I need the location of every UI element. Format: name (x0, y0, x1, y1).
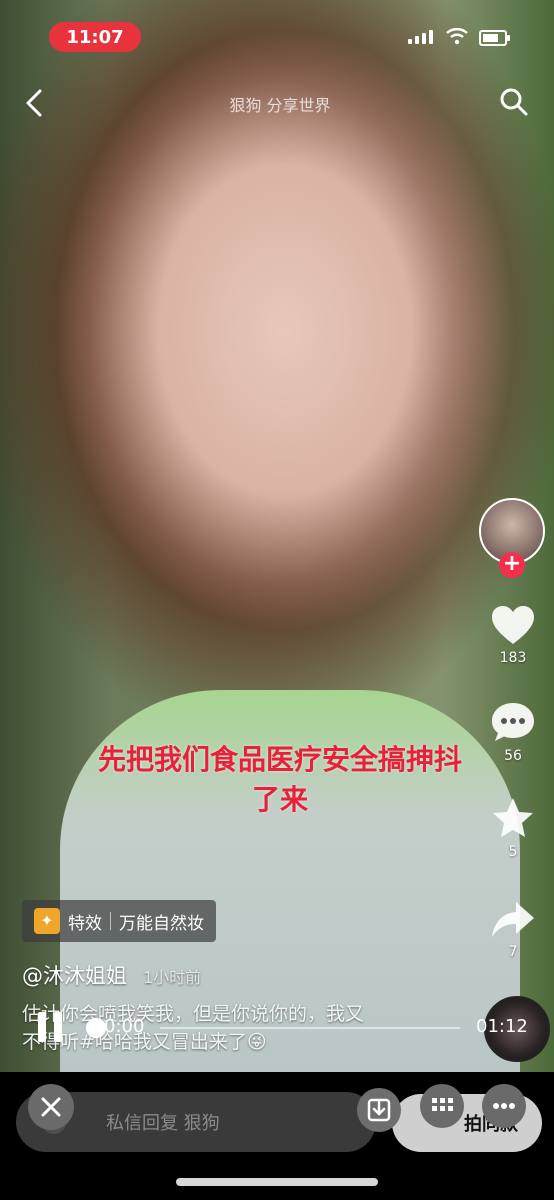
status-time: 11:07 (49, 22, 141, 52)
heart-icon (492, 606, 534, 644)
like-count: 183 (499, 650, 527, 666)
signal-icon (408, 30, 433, 44)
subtitle-line-2: 了来 (251, 783, 308, 816)
current-time: 0:00 (104, 1016, 145, 1037)
close-icon (41, 1097, 61, 1117)
favorite-count: 5 (508, 844, 518, 860)
more-icon (493, 1103, 515, 1109)
effect-name: 万能自然妆 (119, 913, 204, 934)
home-indicator[interactable] (176, 1178, 378, 1186)
share-arrow-icon (492, 902, 534, 937)
status-bar: 11:07 (0, 0, 554, 70)
sparkle-icon: ✦ (34, 908, 60, 934)
like-button[interactable]: 183 (485, 604, 541, 666)
close-button[interactable] (28, 1084, 74, 1130)
author-name[interactable]: @沐沐姐姐 (22, 960, 127, 990)
grid-icon (432, 1098, 453, 1111)
dm-placeholder: 私信回复 狠狗 (106, 1113, 220, 1134)
share-button[interactable]: 7 (485, 900, 541, 960)
back-icon[interactable] (22, 88, 48, 118)
author-avatar[interactable]: + (479, 498, 545, 578)
search-icon[interactable] (498, 86, 530, 118)
divider (110, 912, 111, 930)
video-subtitle: 先把我们食品医疗安全搞抻抖 了来 (40, 740, 520, 820)
top-title: 狠狗 分享世界 (229, 96, 331, 115)
post-time: 1小时前 (143, 968, 202, 987)
grid-button[interactable] (420, 1084, 464, 1128)
wifi-icon (446, 28, 468, 45)
share-count: 7 (508, 944, 518, 960)
download-button[interactable] (357, 1088, 401, 1132)
subtitle-line-1: 先把我们食品医疗安全搞抻抖 (97, 743, 462, 776)
pause-button[interactable] (38, 1012, 64, 1042)
total-time: 01:12 (476, 1016, 528, 1037)
author-line: @沐沐姐姐 1小时前 (22, 960, 201, 990)
scrubber-handle[interactable] (86, 1018, 106, 1038)
comment-icon (492, 703, 534, 741)
progress-track[interactable] (160, 1027, 460, 1029)
download-icon (367, 1098, 391, 1122)
more-button[interactable] (482, 1084, 526, 1128)
effect-tag[interactable]: ✦ 特效 万能自然妆 (22, 900, 216, 942)
effect-label: 特效 (68, 913, 102, 934)
battery-icon (479, 30, 510, 46)
follow-button[interactable]: + (499, 552, 525, 578)
player-controls: 0:00 01:12 (0, 1008, 554, 1048)
